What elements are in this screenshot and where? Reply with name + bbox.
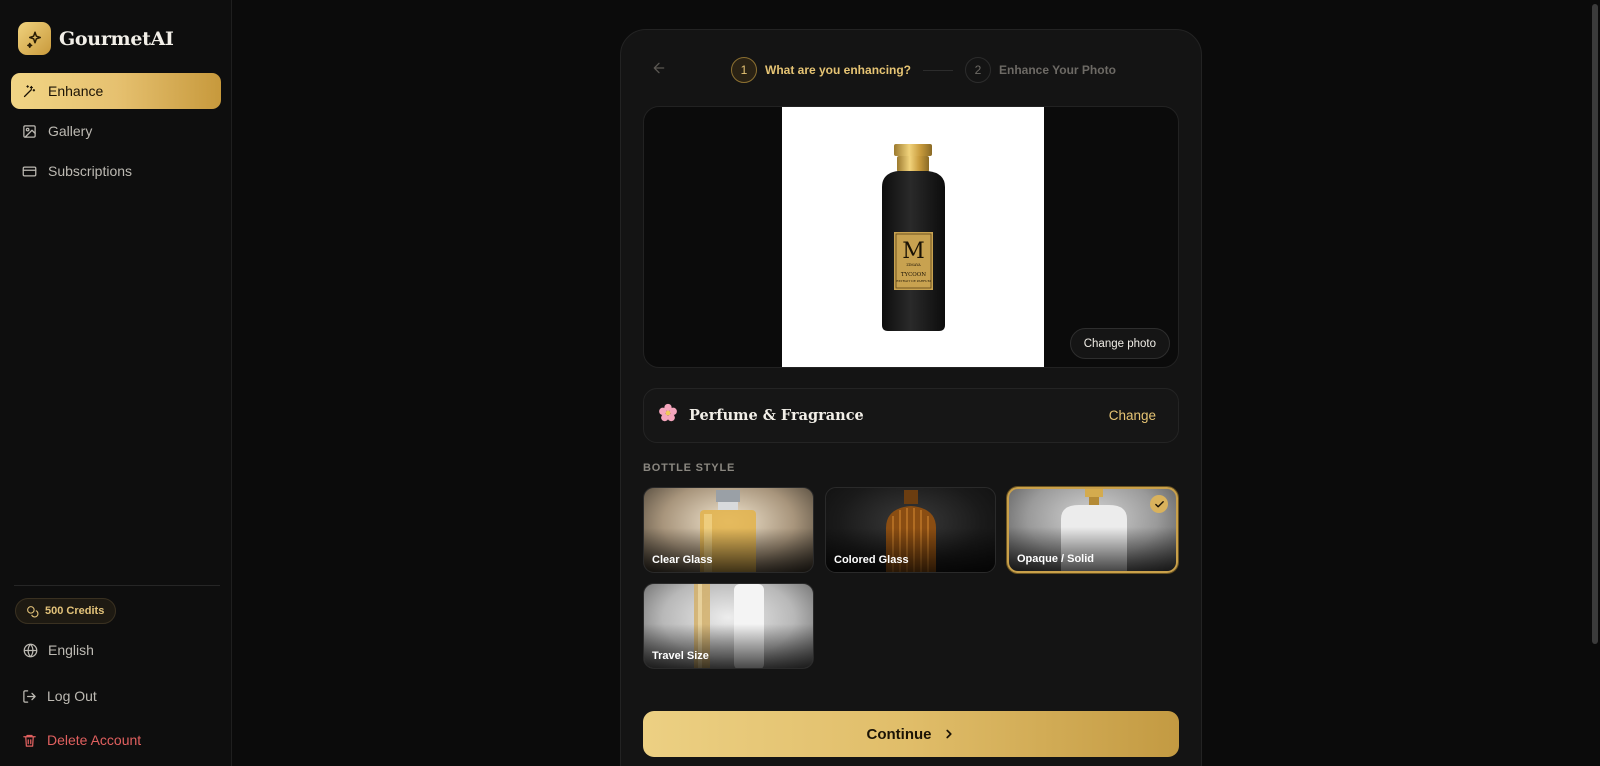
page-scrollbar[interactable] — [1592, 4, 1598, 644]
style-option-clear-glass[interactable]: Clear Glass — [643, 487, 814, 573]
language-selector[interactable]: English — [23, 642, 94, 658]
stepper: 1 What are you enhancing? 2 Enhance Your… — [731, 57, 1116, 83]
chevron-right-icon — [945, 729, 952, 739]
logout-button[interactable]: Log Out — [22, 688, 97, 704]
label-brand: ZIMAYA — [906, 263, 921, 267]
sidebar-item-label: Subscriptions — [48, 163, 133, 179]
magic-wand-icon — [23, 84, 36, 97]
flower-icon — [657, 402, 679, 430]
sparkle-icon — [18, 22, 51, 55]
brand[interactable]: GourmetAI — [18, 22, 174, 55]
continue-button[interactable]: Continue — [643, 711, 1179, 757]
arrow-left-icon — [653, 62, 665, 74]
globe-icon — [23, 643, 38, 657]
step-1-label: What are you enhancing? — [765, 63, 912, 77]
sidebar: GourmetAI Enhance Gallery Subscriptions … — [0, 0, 232, 766]
step-2-label: Enhance Your Photo — [999, 63, 1116, 77]
image-icon — [23, 124, 36, 138]
coins-icon — [27, 605, 39, 617]
continue-label: Continue — [866, 725, 932, 743]
label-monogram: M — [902, 239, 925, 264]
style-option-travel-size[interactable]: Travel Size — [643, 583, 814, 669]
perfume-bottle-image: M ZIMAYA TYCOON EXTRAIT DE PARFUM — [882, 144, 945, 331]
step-1-number: 1 — [731, 57, 757, 83]
category-selector: Perfume & Fragrance Change — [643, 388, 1179, 443]
app-name: GourmetAI — [59, 27, 174, 50]
sidebar-item-subscriptions[interactable]: Subscriptions — [11, 153, 221, 189]
bottle-style-heading: BOTTLE STYLE — [643, 462, 736, 474]
main-nav: Enhance Gallery Subscriptions — [11, 73, 221, 193]
style-option-opaque-solid[interactable]: Opaque / Solid — [1007, 487, 1178, 573]
style-option-colored-glass[interactable]: Colored Glass — [825, 487, 996, 573]
sidebar-divider — [14, 585, 220, 586]
sidebar-item-label: Gallery — [48, 123, 93, 139]
style-option-label: Clear Glass — [652, 554, 713, 566]
logout-icon — [23, 689, 36, 703]
check-icon — [1150, 495, 1168, 513]
trash-icon — [23, 734, 36, 747]
back-button[interactable] — [651, 60, 667, 81]
style-option-label: Travel Size — [652, 650, 709, 662]
step-connector — [923, 69, 954, 71]
style-option-label: Opaque / Solid — [1017, 553, 1095, 565]
logout-label: Log Out — [47, 688, 97, 704]
change-category-button[interactable]: Change — [1109, 408, 1156, 423]
label-name: TYCOON — [901, 272, 926, 278]
sidebar-item-gallery[interactable]: Gallery — [11, 113, 221, 149]
label-sub: EXTRAIT DE PARFUM — [896, 279, 930, 283]
credits-badge[interactable]: 500 Credits — [15, 598, 117, 624]
language-label: English — [48, 642, 94, 658]
change-photo-button[interactable]: Change photo — [1069, 328, 1170, 359]
product-photo: M ZIMAYA TYCOON EXTRAIT DE PARFUM — [782, 107, 1044, 367]
category-name: Perfume & Fragrance — [689, 407, 864, 424]
step-2-number: 2 — [965, 57, 992, 83]
credits-label: 500 Credits — [45, 605, 105, 617]
card-icon — [22, 166, 37, 176]
delete-account-label: Delete Account — [47, 732, 142, 748]
sidebar-item-enhance[interactable]: Enhance — [11, 73, 221, 109]
photo-preview: M ZIMAYA TYCOON EXTRAIT DE PARFUM Change… — [643, 106, 1179, 368]
enhance-wizard-card: 1 What are you enhancing? 2 Enhance Your… — [620, 29, 1202, 766]
style-option-label: Colored Glass — [834, 554, 909, 566]
delete-account-button[interactable]: Delete Account — [22, 732, 141, 748]
sidebar-item-label: Enhance — [48, 83, 104, 99]
